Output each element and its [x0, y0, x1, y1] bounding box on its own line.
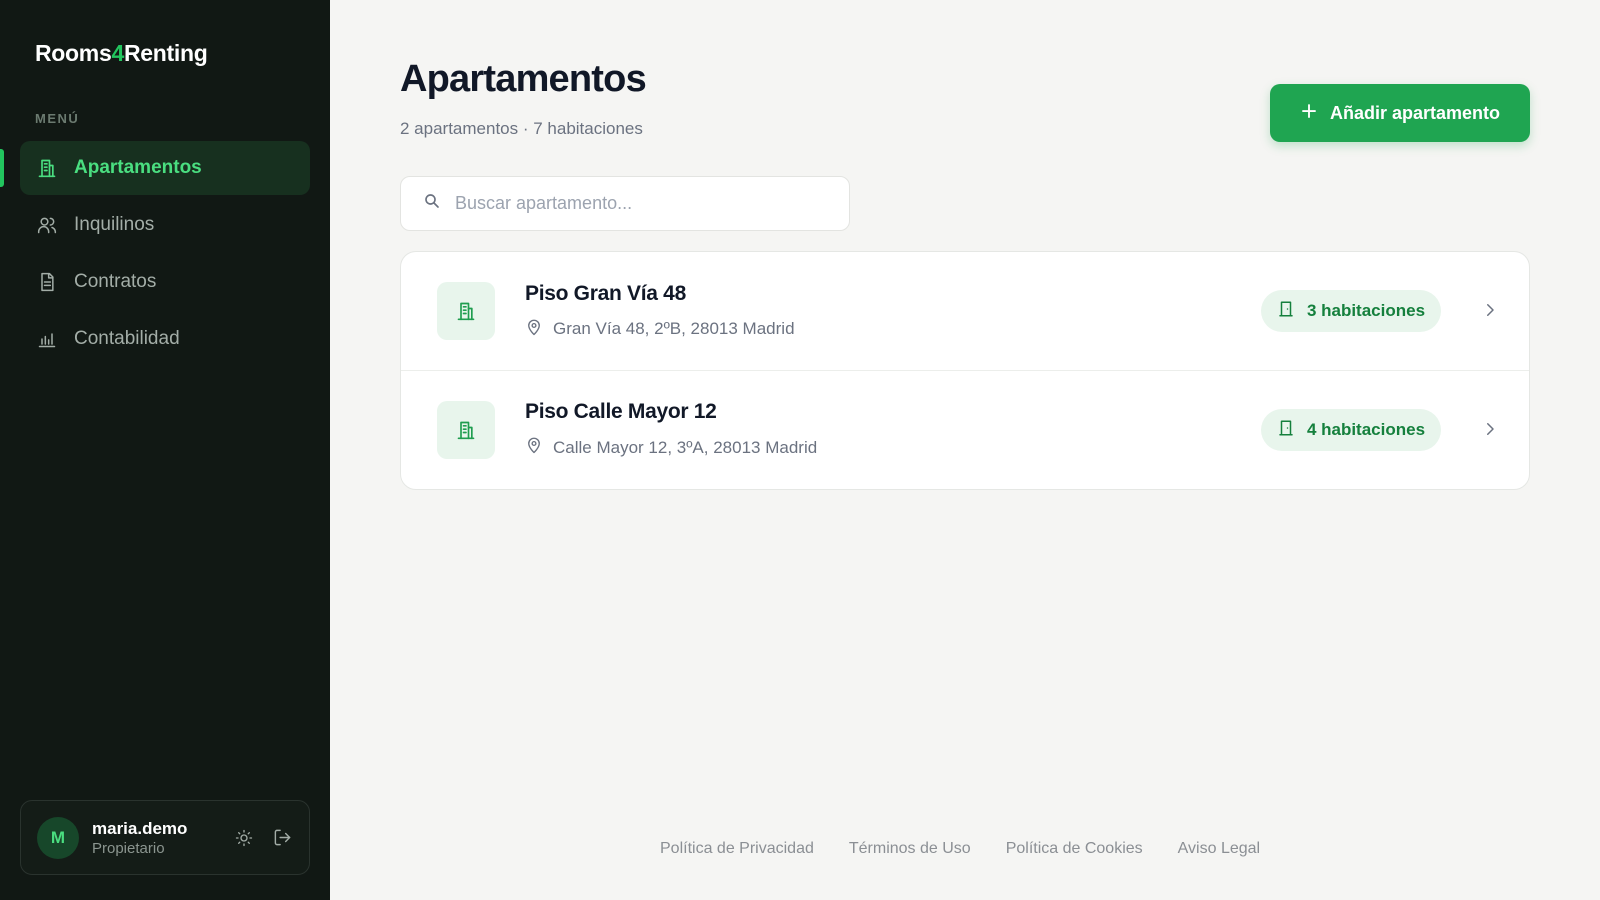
sidebar-item-apartamentos[interactable]: Apartamentos	[0, 141, 310, 195]
brand-logo[interactable]: Rooms4Renting	[35, 40, 208, 67]
sidebar-item-contratos[interactable]: Contratos	[20, 255, 310, 309]
rooms-badge: 4 habitaciones	[1261, 409, 1441, 451]
chevron-right-icon[interactable]	[1479, 299, 1501, 321]
apartment-address: Calle Mayor 12, 3ºA, 28013 Madrid	[525, 436, 817, 459]
brand-prefix: Rooms	[35, 40, 112, 66]
brand-suffix: Renting	[123, 40, 208, 66]
document-icon	[36, 271, 58, 293]
sun-icon[interactable]	[233, 827, 255, 849]
logout-icon[interactable]	[271, 827, 293, 849]
footer-link-terms[interactable]: Términos de Uso	[849, 840, 971, 858]
avatar[interactable]: M	[37, 816, 79, 859]
active-indicator	[0, 149, 4, 187]
sidebar-item-label: Inquilinos	[74, 214, 155, 235]
search-box	[400, 176, 850, 231]
address-text: Gran Vía 48, 2ºB, 28013 Madrid	[553, 319, 795, 338]
footer: Política de Privacidad Términos de Uso P…	[660, 840, 1260, 858]
user-role: Propietario	[92, 839, 165, 857]
rooms-count: 4 habitaciones	[1306, 420, 1426, 439]
sidebar-item-inquilinos[interactable]: Inquilinos	[20, 198, 310, 252]
add-apartment-button[interactable]: Añadir apartamento	[1270, 84, 1530, 142]
rooms-count: 3 habitaciones	[1306, 301, 1426, 320]
apartment-name: Piso Calle Mayor 12	[525, 400, 717, 423]
brand-accent: 4	[111, 40, 124, 66]
sidebar: Rooms4Renting MENÚ Apartamentos Inquilin…	[0, 0, 330, 900]
sidebar-item-label: Apartamentos	[74, 157, 202, 178]
page-subtitle: 2 apartamentos · 7 habitaciones	[400, 119, 643, 138]
map-pin-icon	[525, 436, 543, 459]
sidebar-item-label: Contabilidad	[74, 328, 180, 349]
building-icon	[437, 282, 495, 340]
building-icon	[437, 400, 495, 459]
apartment-name: Piso Gran Vía 48	[525, 281, 686, 305]
chevron-right-icon[interactable]	[1479, 418, 1501, 440]
menu-label: MENÚ	[35, 111, 80, 126]
apartment-list: Piso Gran Vía 48 Gran Vía 48, 2ºB, 28013…	[400, 251, 1530, 490]
footer-link-cookies[interactable]: Política de Cookies	[1006, 840, 1143, 858]
footer-link-privacy[interactable]: Política de Privacidad	[660, 840, 814, 858]
search-icon	[423, 192, 441, 215]
door-icon	[1277, 300, 1295, 323]
rooms-badge: 3 habitaciones	[1261, 290, 1441, 332]
apartment-info: Piso Calle Mayor 12 Calle Mayor 12, 3ºA,…	[525, 400, 817, 459]
page-title: Apartamentos	[400, 58, 647, 100]
search-input[interactable]	[455, 193, 815, 214]
footer-link-legal[interactable]: Aviso Legal	[1178, 840, 1260, 858]
add-apartment-label: Añadir apartamento	[1329, 102, 1501, 123]
plus-icon	[1300, 102, 1318, 125]
apartment-info: Piso Gran Vía 48 Gran Vía 48, 2ºB, 28013…	[525, 282, 795, 341]
apartment-row[interactable]: Piso Gran Vía 48 Gran Vía 48, 2ºB, 28013…	[401, 252, 1529, 370]
door-icon	[1277, 419, 1295, 442]
users-icon	[36, 214, 58, 236]
apartment-address: Gran Vía 48, 2ºB, 28013 Madrid	[525, 318, 795, 341]
map-pin-icon	[525, 318, 543, 341]
apartment-row[interactable]: Piso Calle Mayor 12 Calle Mayor 12, 3ºA,…	[401, 370, 1529, 488]
user-info: maria.demo Propietario	[92, 819, 233, 857]
user-actions	[233, 827, 293, 849]
bar-chart-icon	[36, 328, 58, 350]
user-card: M maria.demo Propietario	[20, 800, 310, 875]
sidebar-nav: Apartamentos Inquilinos Contratos Contab…	[0, 141, 310, 369]
sidebar-item-label: Contratos	[74, 271, 157, 292]
address-text: Calle Mayor 12, 3ºA, 28013 Madrid	[553, 437, 818, 457]
user-name: maria.demo	[92, 818, 188, 838]
building-icon	[36, 157, 58, 179]
sidebar-item-contabilidad[interactable]: Contabilidad	[20, 312, 310, 366]
